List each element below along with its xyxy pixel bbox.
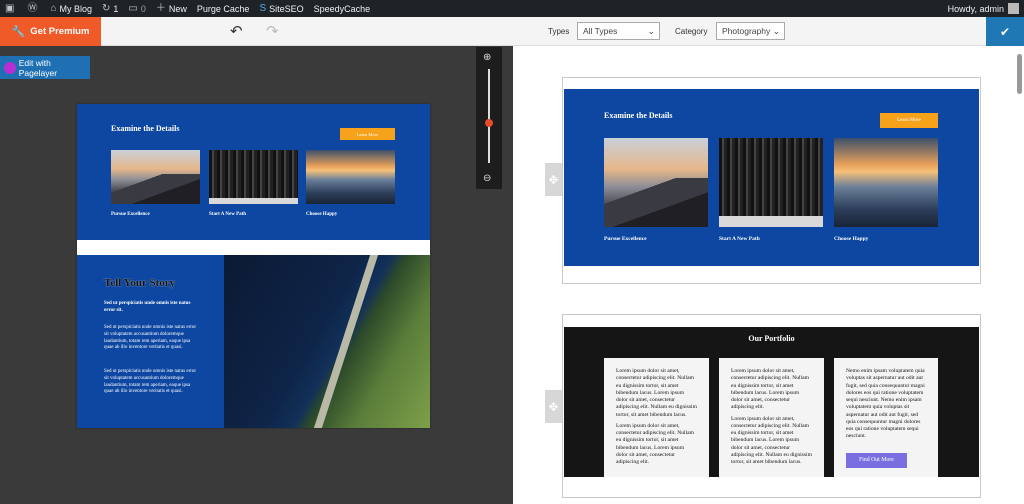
column-text: Lorem ipsum dolor sit amet, consectetur … — [731, 368, 809, 411]
howdy-label: Howdy, admin — [947, 3, 1004, 14]
template-preview: Examine the Details Learn More Pursue Ex… — [77, 104, 430, 428]
learn-more-button[interactable]: Learn More — [880, 113, 938, 128]
column-text: Nemo enim ipsam voluptatem quia voluptas… — [846, 368, 925, 440]
mountain-image — [111, 150, 200, 204]
story-text-block: Tell Your Story Sed ut perspiciatis unde… — [77, 255, 224, 428]
story-title: Tell Your Story — [104, 277, 176, 289]
river-aerial-image — [224, 255, 430, 428]
comments-count: 0 — [140, 3, 146, 14]
zoom-in-icon[interactable]: ⊕ — [483, 52, 491, 63]
siteseo-label: SiteSEO — [269, 3, 304, 14]
move-icon: ✥ — [548, 399, 559, 414]
blog-name: My Blog — [59, 3, 93, 14]
admin-bar: ▣ Ⓦ ⌂ My Blog ↻ 1 ▭ 0 ＋ New Purge Cache S Sit… — [0, 0, 1024, 17]
wordpress-icon: Ⓦ — [27, 2, 38, 14]
avatar — [1008, 3, 1019, 14]
comment-icon: ▭ — [128, 2, 138, 14]
portfolio-column: Lorem ipsum dolor sit amet, consectetur … — [719, 358, 824, 477]
caption: Pursue Excellence — [604, 236, 647, 242]
plus-icon: ＋ — [155, 2, 166, 14]
caption: Choose Happy — [306, 212, 338, 217]
forest-image — [209, 150, 298, 204]
caption: Choose Happy — [834, 236, 869, 242]
updates-link[interactable]: ↻ 1 — [97, 0, 123, 17]
speedycache-link[interactable]: SpeedyCache — [309, 0, 376, 17]
section-title: Examine the Details — [111, 124, 180, 133]
types-select[interactable]: All Types ⌄ — [577, 22, 660, 40]
dashboard-icon: ▣ — [5, 2, 15, 14]
chevron-down-icon: ⌄ — [772, 26, 780, 36]
caption: Pursue Excellence — [111, 212, 150, 217]
category-value: Photography — [722, 26, 771, 36]
pagelayer-logo-icon — [4, 61, 16, 74]
editor-toolbar: 🔧 Get Premium ↶ ↷ Types All Types ⌄ Cate… — [0, 17, 1024, 46]
editor-canvas: Edit with Pagelayer ⊕ ⊖ Examine the Deta… — [0, 46, 513, 504]
get-premium-label: Get Premium — [30, 26, 90, 37]
mountain-image — [604, 138, 708, 227]
category-label: Category — [675, 27, 708, 36]
chevron-down-icon: ⌄ — [647, 26, 655, 36]
move-icon: ✥ — [548, 172, 559, 187]
zoom-slider[interactable] — [488, 69, 490, 163]
edit-with-pagelayer-label: Edit with Pagelayer — [18, 57, 58, 78]
portfolio-title: Our Portfolio — [748, 334, 795, 343]
details-section: Examine the Details Learn More Pursue Ex… — [564, 89, 979, 266]
check-icon: ✔ — [999, 24, 1011, 39]
updates-count: 1 — [113, 3, 119, 14]
zoom-control: ⊕ ⊖ — [476, 47, 502, 189]
sunset-image — [306, 150, 395, 204]
story-paragraph: Sed ut perspiciatis unde omnis iste natu… — [104, 369, 197, 395]
wrench-icon: 🔧 — [11, 26, 26, 38]
portfolio-column: Nemo enim ipsam voluptatem quia voluptas… — [834, 358, 938, 477]
caption: Start A New Path — [719, 236, 760, 242]
account-menu[interactable]: Howdy, admin — [943, 0, 1024, 17]
learn-more-button[interactable]: Learn More — [340, 128, 395, 140]
my-blog-link[interactable]: ⌂ My Blog — [45, 0, 97, 17]
template-card[interactable]: Our Portfolio Lorem ipsum dolor sit amet… — [562, 314, 981, 498]
purge-cache-label: Purge Cache — [196, 3, 250, 14]
comments-link[interactable]: ▭ 0 — [123, 0, 150, 17]
section-title: Examine the Details — [604, 111, 673, 120]
speedycache-label: SpeedyCache — [313, 3, 371, 14]
forest-image — [719, 138, 823, 227]
portfolio-column: Lorem ipsum dolor sit amet, consectetur … — [604, 358, 709, 477]
siteseo-link[interactable]: S SiteSEO — [254, 0, 308, 17]
home-icon: ⌂ — [50, 2, 57, 14]
types-label: Types — [548, 27, 570, 36]
types-value: All Types — [583, 26, 618, 36]
zoom-out-icon[interactable]: ⊖ — [483, 173, 491, 184]
zoom-slider-handle[interactable] — [485, 119, 493, 127]
move-handle[interactable]: ✥ — [545, 390, 562, 423]
scrollbar[interactable] — [1017, 54, 1022, 94]
template-library: ✥ Examine the Details Learn More Pursue … — [513, 46, 1024, 504]
caption: Start A New Path — [209, 212, 247, 217]
purge-cache-link[interactable]: Purge Cache — [192, 0, 255, 17]
new-label: New — [168, 3, 187, 14]
redo-icon[interactable]: ↷ — [266, 22, 279, 40]
undo-icon[interactable]: ↶ — [230, 22, 243, 40]
story-paragraph: Sed ut perspiciatis unde omnis iste natu… — [104, 325, 197, 351]
story-lead: Sed ut perspiciatis unde omnis iste natu… — [104, 301, 191, 313]
find-out-more-button[interactable]: Find Out More — [846, 452, 907, 469]
edit-with-pagelayer-button[interactable]: Edit with Pagelayer — [0, 56, 90, 79]
category-select[interactable]: Photography ⌄ — [716, 22, 785, 40]
refresh-icon: ↻ — [102, 2, 111, 14]
column-text: Lorem ipsum dolor sit amet, consectetur … — [616, 422, 694, 466]
site-menu-button[interactable]: ▣ — [0, 0, 22, 17]
sunset-image — [834, 138, 938, 227]
get-premium-button[interactable]: 🔧 Get Premium — [0, 17, 101, 46]
column-text: Lorem ipsum dolor sit amet, consectetur … — [731, 415, 812, 466]
column-text: Lorem ipsum dolor sit amet, consectetur … — [616, 368, 697, 418]
wordpress-menu-button[interactable]: Ⓦ — [22, 0, 45, 17]
template-card[interactable]: Examine the Details Learn More Pursue Ex… — [562, 77, 981, 284]
confirm-button[interactable]: ✔ — [986, 17, 1024, 46]
siteseo-icon: S — [259, 2, 267, 14]
new-content-link[interactable]: ＋ New — [151, 0, 192, 17]
story-section: Tell Your Story Sed ut perspiciatis unde… — [77, 255, 430, 428]
move-handle[interactable]: ✥ — [545, 163, 562, 196]
details-section: Examine the Details Learn More Pursue Ex… — [77, 104, 430, 240]
portfolio-section: Our Portfolio Lorem ipsum dolor sit amet… — [564, 327, 979, 477]
